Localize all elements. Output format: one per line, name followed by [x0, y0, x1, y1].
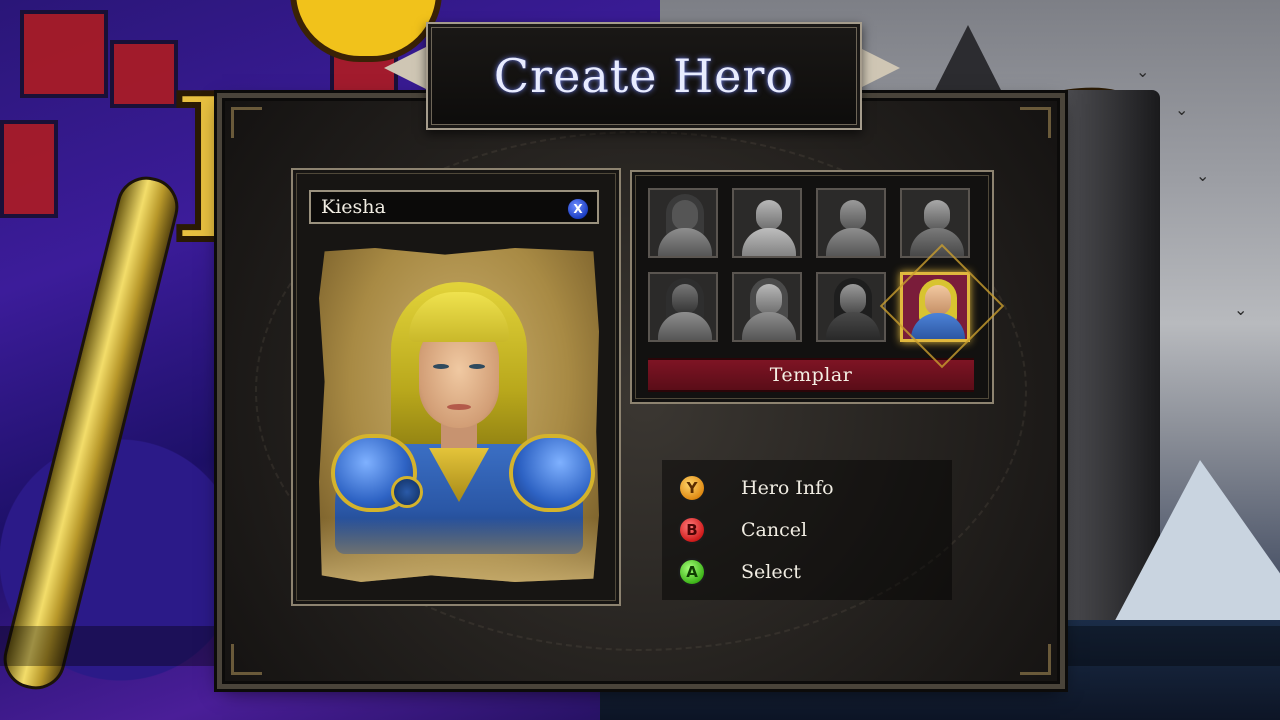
title-plaque: Create Hero: [426, 22, 862, 130]
hero-name-field[interactable]: Kiesha X: [309, 190, 599, 224]
title-spike-right: [856, 46, 900, 90]
barbarian-portrait-icon[interactable]: [732, 188, 802, 258]
hero-brooch: [391, 476, 423, 508]
hooded-rogue-portrait-icon[interactable]: [648, 188, 718, 258]
masked-assassin-portrait-icon[interactable]: [648, 272, 718, 342]
class-name-bar: Templar: [648, 358, 974, 392]
b-button-icon: B: [678, 516, 706, 544]
hero-pauldron-right: [509, 434, 595, 512]
hero-info-prompt[interactable]: Y Hero Info: [678, 472, 834, 504]
hero-portrait: [319, 248, 599, 582]
selected-class-name: Templar: [769, 364, 853, 386]
cancel-label: Cancel: [741, 519, 808, 541]
x-button-icon[interactable]: X: [567, 198, 589, 220]
bird-icon: ⌄: [1196, 166, 1210, 185]
class-select-panel: Templar: [630, 170, 994, 404]
bird-icon: ⌄: [1234, 300, 1248, 319]
bearded-knight-portrait-icon[interactable]: [900, 188, 970, 258]
corner-ornament: [231, 644, 262, 675]
hero-eye: [433, 364, 449, 369]
a-button-icon: A: [678, 558, 706, 586]
corner-ornament: [1020, 644, 1051, 675]
title-spike-left: [384, 46, 428, 90]
bird-icon: ⌄: [1175, 100, 1189, 119]
hero-eye: [469, 364, 485, 369]
bird-icon: ⌄: [1136, 62, 1150, 81]
cancel-prompt[interactable]: B Cancel: [678, 514, 807, 546]
warrior-portrait-icon[interactable]: [816, 188, 886, 258]
select-label: Select: [741, 561, 801, 583]
hooded-mage-portrait-icon[interactable]: [816, 272, 886, 342]
ranger-woman-portrait-icon[interactable]: [732, 272, 802, 342]
snowy-mountain: [1110, 460, 1280, 630]
button-prompts: Y Hero Info B Cancel A Select: [662, 460, 952, 600]
stained-glass-pane: [20, 10, 108, 98]
select-prompt[interactable]: A Select: [678, 556, 801, 588]
portrait-mist: [319, 518, 599, 582]
page-title: Create Hero: [493, 49, 795, 103]
templar-portrait-icon[interactable]: [900, 272, 970, 342]
hero-portrait-frame: Kiesha X: [291, 168, 621, 606]
stained-glass-pane: [0, 120, 58, 218]
corner-ornament: [1020, 107, 1051, 138]
y-button-icon: Y: [678, 474, 706, 502]
hero-lips: [447, 404, 471, 410]
hero-name-text: Kiesha: [321, 196, 386, 218]
corner-ornament: [231, 107, 262, 138]
hero-info-label: Hero Info: [741, 477, 834, 499]
class-portrait-grid: [648, 188, 978, 348]
castle-spire: [930, 25, 1006, 100]
stained-glass-pane: [110, 40, 178, 108]
